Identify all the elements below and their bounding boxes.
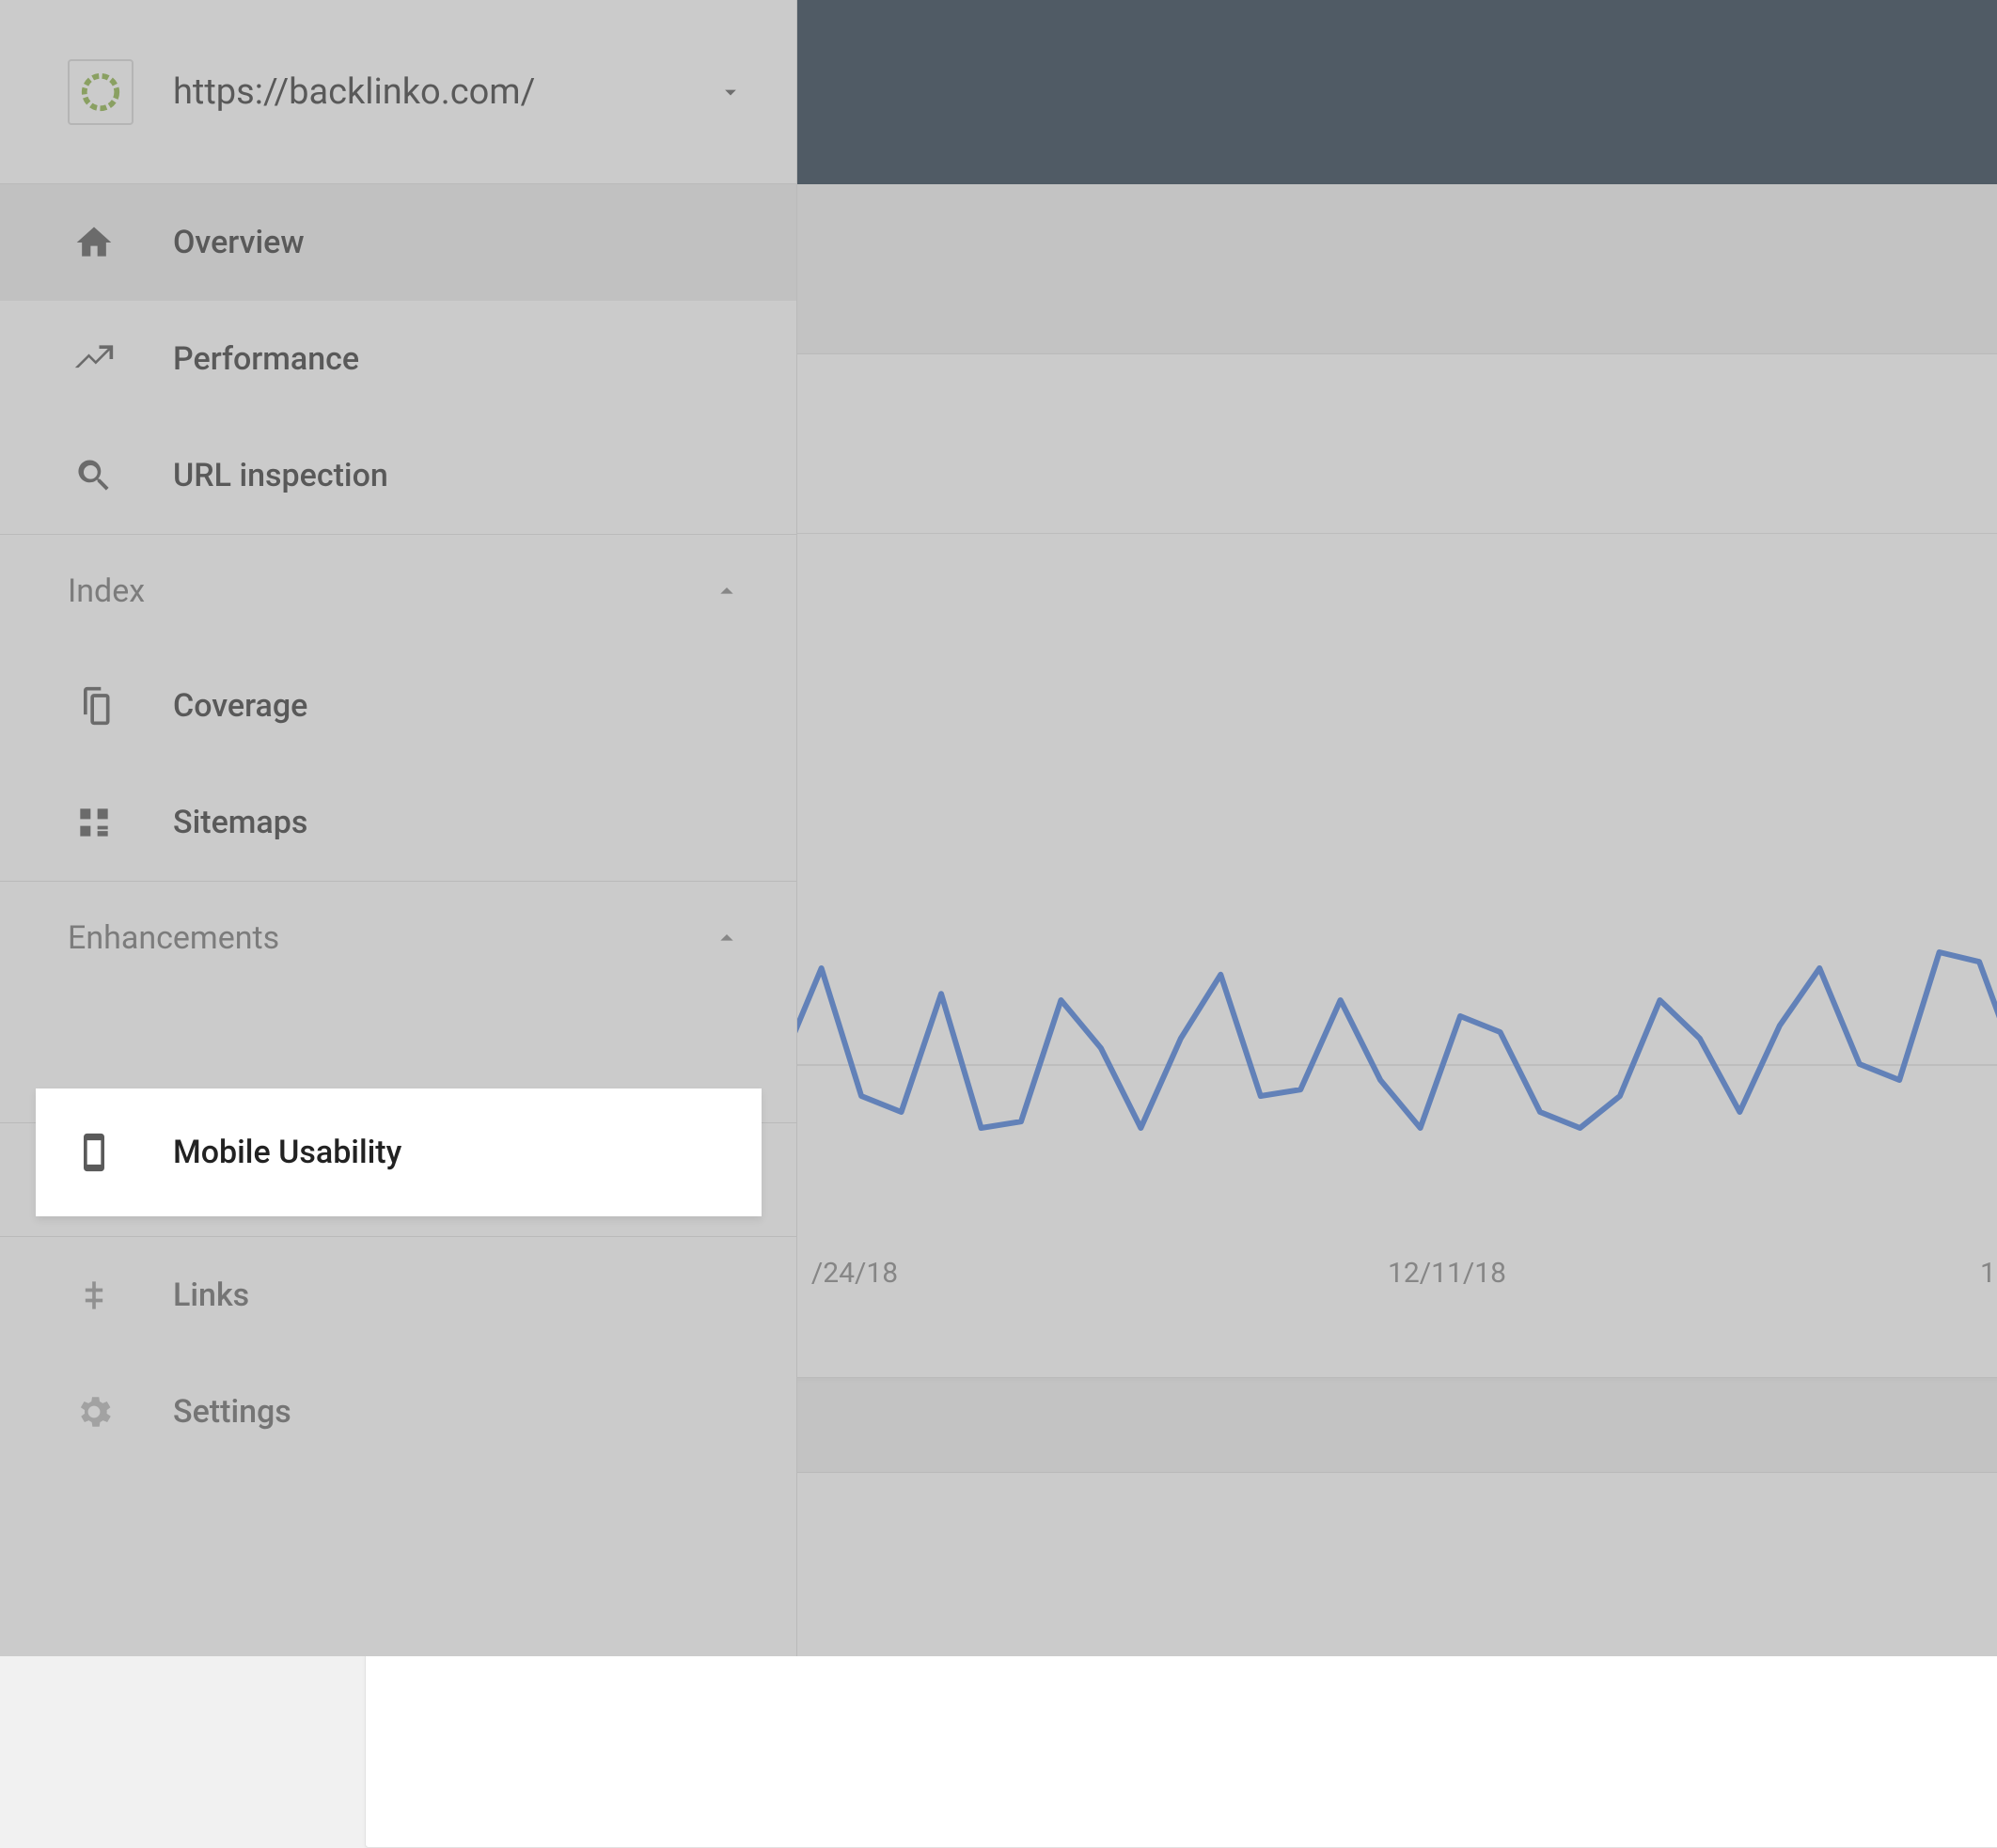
x-tick-label: /24/18 (811, 1257, 898, 1290)
sidebar-item-label: Mobile Usability (173, 1134, 401, 1171)
sidebar-item-label: Sitemaps (173, 804, 307, 841)
smartphone-icon (73, 1132, 115, 1173)
section-header-label: Enhancements (68, 919, 279, 957)
trending-icon (73, 338, 115, 380)
chevron-up-icon (712, 576, 742, 606)
sidebar-item-links[interactable]: Links (0, 1237, 796, 1354)
home-icon (73, 222, 115, 263)
sidebar-item-settings[interactable]: Settings (0, 1354, 796, 1470)
section-header-label: Index (68, 572, 145, 610)
gear-icon (73, 1391, 115, 1433)
sidebar-item-label: URL inspection (173, 457, 388, 494)
search-icon (73, 455, 115, 496)
sidebar-item-label: Coverage (173, 687, 307, 725)
sidebar-item-overview[interactable]: Overview (0, 184, 796, 301)
section-header-enhancements[interactable]: Enhancements (0, 882, 796, 994)
property-url: https://backlinko.com/ (173, 71, 717, 113)
sidebar-item-label: Links (173, 1276, 249, 1314)
chevron-up-icon (712, 923, 742, 953)
x-tick-label: 12/11/18 (1388, 1257, 1506, 1290)
coverage-icon (73, 685, 115, 727)
x-tick-label: 12/28/18 (1980, 1257, 1997, 1290)
sidebar-item-performance[interactable]: Performance (0, 301, 796, 417)
links-icon (73, 1275, 115, 1316)
dropdown-icon (717, 79, 744, 105)
sidebar-item-label: Overview (173, 224, 305, 261)
site-favicon (68, 59, 134, 125)
sidebar-item-coverage[interactable]: Coverage (0, 648, 796, 764)
page-body: OPEN REPORT /24/18 12/11/18 12/28/18 1/1… (797, 184, 1997, 1656)
sitemap-icon (73, 802, 115, 843)
sidebar-item-url-inspection[interactable]: URL inspection (0, 417, 796, 534)
sidebar-item-label: Settings (173, 1393, 291, 1431)
sidebar-item-mobile-usability[interactable]: Mobile Usability (36, 1088, 762, 1216)
sidebar-item-label: Performance (173, 340, 359, 378)
section-header-index[interactable]: Index (0, 535, 796, 648)
sidebar-item-sitemaps[interactable]: Sitemaps (0, 764, 796, 881)
sidebar: https://backlinko.com/ Overview Performa… (0, 0, 797, 1656)
topbar (797, 0, 1997, 184)
property-selector[interactable]: https://backlinko.com/ (0, 0, 796, 184)
